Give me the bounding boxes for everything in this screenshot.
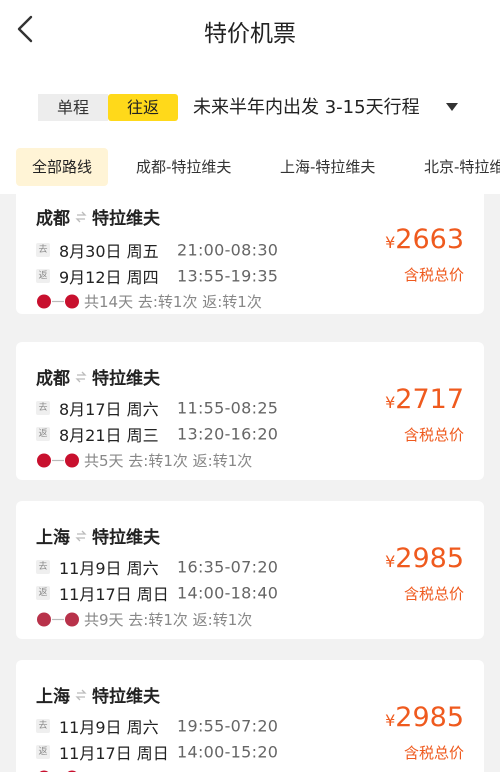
swap-arrows-icon [75, 689, 87, 700]
origin-city: 上海 [36, 687, 70, 707]
return-leg: 返 8月21日 周三 13:20-16:20 [36, 422, 278, 446]
tab-shanghai-telaviv[interactable]: 上海-特拉维夫 [280, 148, 375, 186]
return-time: 13:20-16:20 [177, 424, 279, 444]
currency-symbol: ¥ [385, 233, 396, 252]
depart-date: 11月9日 周六 [59, 718, 159, 737]
airline-logo-icon [37, 453, 79, 468]
currency-symbol: ¥ [385, 711, 396, 730]
depart-time: 16:35-07:20 [177, 557, 279, 577]
trip-summary: 共14天 去:转1次 返:转1次 [36, 291, 262, 312]
swap-arrows-icon [75, 530, 87, 541]
price: ¥2985 [385, 543, 464, 574]
destination-city: 特拉维夫 [92, 369, 160, 389]
page-title: 特价机票 [204, 21, 296, 47]
trip-summary: 共5天 去:转1次 返:转1次 [36, 450, 252, 471]
depart-leg: 去 8月30日 周五 21:00-08:30 [36, 238, 278, 262]
return-leg: 返 11月17日 周日 14:00-15:20 [36, 740, 278, 764]
tab-all-routes[interactable]: 全部路线 [16, 148, 109, 186]
return-date: 11月17日 周日 [59, 585, 169, 604]
tab-chengdu-telaviv[interactable]: 成都-特拉维夫 [136, 148, 231, 186]
airline-logo-icon [37, 294, 79, 309]
route-title: 上海 特拉维夫 [36, 523, 160, 548]
airline-logo-icon [37, 612, 79, 627]
price-amount: 2663 [395, 224, 464, 255]
trip-summary: 共9天 去:转1次 返:转1次 [36, 609, 252, 630]
date-range-filter[interactable]: 未来半年内出发 3-15天行程 [193, 94, 420, 121]
depart-badge: 去 [36, 401, 50, 415]
ticket-card[interactable]: 上海 特拉维夫 去 11月9日 周六 19:55-07:20 返 11月17日 周日 14… [16, 660, 484, 772]
return-time: 13:55-19:35 [177, 266, 279, 286]
depart-date: 11月9日 周六 [59, 559, 159, 578]
return-date: 9月12日 周四 [59, 268, 159, 287]
ticket-card[interactable]: 成都 特拉维夫 去 8月17日 周六 11:55-08:25 返 8月21日 周三 13:… [16, 342, 484, 480]
price-note: 含税总价 [403, 426, 464, 444]
return-date: 11月17日 周日 [59, 744, 169, 763]
price-amount: 2985 [395, 702, 464, 733]
destination-city: 特拉维夫 [92, 209, 160, 229]
ticket-list: 成都 特拉维夫 去 8月30日 周五 21:00-08:30 返 9月12日 周四 13:… [0, 194, 500, 772]
price: ¥2717 [385, 384, 464, 415]
depart-leg: 去 8月17日 周六 11:55-08:25 [36, 396, 278, 420]
return-leg: 返 9月12日 周四 13:55-19:35 [36, 264, 278, 288]
dropdown-triangle-icon[interactable] [446, 103, 458, 111]
origin-city: 成都 [36, 209, 70, 229]
depart-badge: 去 [36, 719, 50, 733]
tab-beijing-telaviv[interactable]: 北京-特拉维夫 [424, 148, 500, 186]
ticket-card[interactable]: 上海 特拉维夫 去 11月9日 周六 16:35-07:20 返 11月17日 周日 14… [16, 501, 484, 639]
price-note: 含税总价 [403, 585, 464, 603]
return-badge: 返 [36, 427, 50, 441]
destination-city: 特拉维夫 [92, 687, 160, 707]
origin-city: 成都 [36, 369, 70, 389]
return-leg: 返 11月17日 周日 14:00-18:40 [36, 581, 278, 605]
return-date: 8月21日 周三 [59, 426, 159, 445]
depart-badge: 去 [36, 243, 50, 257]
oneway-toggle[interactable]: 单程 [38, 94, 108, 121]
route-title: 上海 特拉维夫 [36, 682, 160, 707]
swap-arrows-icon [75, 371, 87, 382]
return-badge: 返 [36, 745, 50, 759]
depart-time: 21:00-08:30 [177, 240, 279, 260]
trip-summary-text: 共5天 去:转1次 返:转1次 [84, 452, 253, 470]
depart-leg: 去 11月9日 周六 16:35-07:20 [36, 555, 278, 579]
price: ¥2985 [385, 702, 464, 733]
price-note: 含税总价 [403, 266, 464, 284]
price-amount: 2717 [395, 384, 464, 415]
header: 特价机票 [0, 0, 500, 60]
return-badge: 返 [36, 269, 50, 283]
trip-summary [36, 768, 84, 772]
roundtrip-toggle[interactable]: 往返 [108, 94, 178, 121]
route-title: 成都 特拉维夫 [36, 364, 160, 389]
price-note: 含税总价 [403, 744, 464, 762]
ticket-card[interactable]: 成都 特拉维夫 去 8月30日 周五 21:00-08:30 返 9月12日 周四 13:… [16, 194, 484, 314]
trip-summary-text: 共14天 去:转1次 返:转1次 [84, 293, 262, 311]
destination-city: 特拉维夫 [92, 528, 160, 548]
route-tabs: 全部路线 成都-特拉维夫 上海-特拉维夫 北京-特拉维夫 [0, 142, 500, 194]
trip-summary-text: 共9天 去:转1次 返:转1次 [84, 611, 253, 629]
trip-filter-bar: 单程 往返 未来半年内出发 3-15天行程 [0, 60, 500, 142]
currency-symbol: ¥ [385, 393, 396, 412]
price: ¥2663 [385, 224, 464, 255]
return-badge: 返 [36, 586, 50, 600]
depart-date: 8月30日 周五 [59, 242, 159, 261]
price-amount: 2985 [395, 543, 464, 574]
return-time: 14:00-15:20 [177, 742, 279, 762]
depart-leg: 去 11月9日 周六 19:55-07:20 [36, 714, 278, 738]
depart-time: 19:55-07:20 [177, 716, 279, 736]
depart-date: 8月17日 周六 [59, 400, 159, 419]
depart-badge: 去 [36, 560, 50, 574]
depart-time: 11:55-08:25 [177, 398, 279, 418]
return-time: 14:00-18:40 [177, 583, 279, 603]
origin-city: 上海 [36, 528, 70, 548]
route-title: 成都 特拉维夫 [36, 204, 160, 229]
currency-symbol: ¥ [385, 552, 396, 571]
swap-arrows-icon [75, 211, 87, 222]
